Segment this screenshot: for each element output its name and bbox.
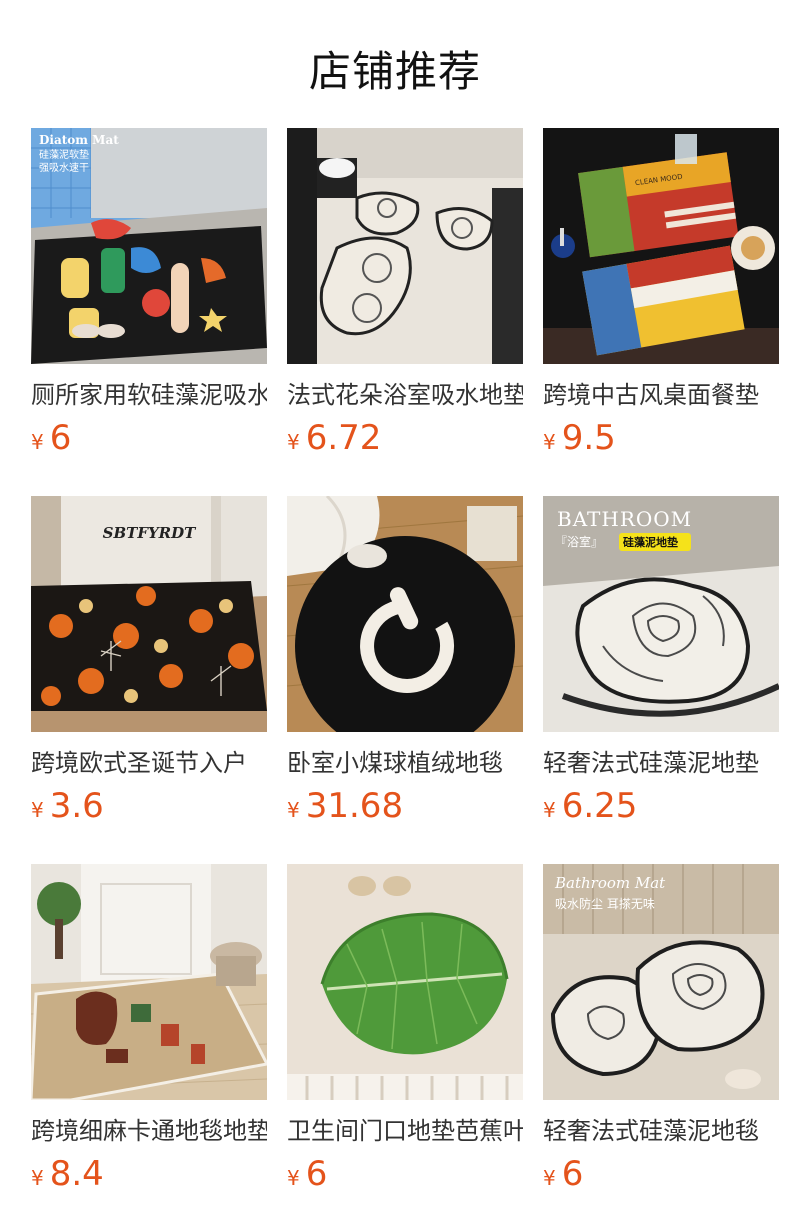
price-value: 9.5	[561, 418, 616, 458]
product-image[interactable]: BATHROOM 『浴室』 硅藻泥地垫	[543, 496, 779, 732]
currency-symbol: ¥	[287, 798, 300, 822]
image-text: Diatom Mat	[39, 133, 119, 147]
price-value: 6.72	[305, 418, 382, 458]
product-image[interactable]	[31, 864, 267, 1100]
product-price: ¥6.25	[543, 788, 779, 824]
product-name[interactable]: 跨境欧式圣诞节入户	[31, 748, 267, 778]
product-card[interactable]: CLEAN MOOD 跨境中古风桌面餐垫 ¥9.5	[543, 128, 779, 456]
image-text: 硅藻泥软垫	[39, 148, 89, 161]
currency-symbol: ¥	[287, 1166, 300, 1190]
product-name[interactable]: 跨境细麻卡通地毯地垫	[31, 1116, 267, 1146]
product-image[interactable]	[287, 864, 523, 1100]
product-image[interactable]: SBTFYRDT	[31, 496, 267, 732]
image-text: 吸水防尘 耳搽无味	[555, 896, 655, 911]
product-card[interactable]: BATHROOM 『浴室』 硅藻泥地垫 轻奢法式硅藻泥地垫 ¥6.25	[543, 496, 779, 824]
currency-symbol: ¥	[31, 798, 44, 822]
product-card[interactable]: Bathroom Mat 吸水防尘 耳搽无味 轻奢法式硅藻泥地毯 ¥6	[543, 864, 779, 1192]
product-name[interactable]: 卫生间门口地垫芭蕉叶	[287, 1116, 523, 1146]
image-text: 『浴室』	[555, 534, 603, 549]
product-price: ¥6.72	[287, 420, 523, 456]
product-image[interactable]: Diatom Mat 硅藻泥软垫 强吸水速干	[31, 128, 267, 364]
image-text: 强吸水速干	[39, 162, 89, 174]
product-name[interactable]: 轻奢法式硅藻泥地毯	[543, 1116, 779, 1146]
product-name[interactable]: 跨境中古风桌面餐垫	[543, 380, 779, 410]
currency-symbol: ¥	[543, 1166, 556, 1190]
currency-symbol: ¥	[287, 430, 300, 454]
product-image[interactable]	[287, 496, 523, 732]
currency-symbol: ¥	[543, 798, 556, 822]
price-value: 6	[305, 1154, 328, 1194]
product-card[interactable]: 跨境细麻卡通地毯地垫 ¥8.4	[31, 864, 267, 1192]
product-name[interactable]: 厕所家用软硅藻泥吸水地垫	[31, 380, 267, 410]
product-price: ¥6	[31, 420, 267, 456]
price-value: 6	[561, 1154, 584, 1194]
image-text: SBTFYRDT	[103, 524, 198, 542]
product-card[interactable]: 卧室小煤球植绒地毯 ¥31.68	[287, 496, 523, 824]
product-image[interactable]: CLEAN MOOD	[543, 128, 779, 364]
product-price: ¥9.5	[543, 420, 779, 456]
image-text: BATHROOM	[557, 507, 692, 531]
currency-symbol: ¥	[543, 430, 556, 454]
price-value: 6	[49, 418, 72, 458]
price-value: 3.6	[49, 786, 104, 826]
price-value: 6.25	[561, 786, 638, 826]
product-image[interactable]: Bathroom Mat 吸水防尘 耳搽无味	[543, 864, 779, 1100]
product-price: ¥6	[287, 1156, 523, 1192]
price-value: 8.4	[49, 1154, 104, 1194]
page-title: 店铺推荐	[308, 47, 481, 96]
product-price: ¥31.68	[287, 788, 523, 824]
product-name[interactable]: 卧室小煤球植绒地毯	[287, 748, 523, 778]
product-image[interactable]	[287, 128, 523, 364]
product-card[interactable]: 卫生间门口地垫芭蕉叶 ¥6	[287, 864, 523, 1192]
product-price: ¥8.4	[31, 1156, 267, 1192]
product-card[interactable]: Diatom Mat 硅藻泥软垫 强吸水速干 厕所家用软硅藻泥吸水地垫 ¥6	[31, 128, 267, 456]
currency-symbol: ¥	[31, 1166, 44, 1190]
product-card[interactable]: SBTFYRDT 跨境欧式圣诞节入户 ¥3.6	[31, 496, 267, 824]
image-text: Bathroom Mat	[554, 874, 666, 892]
product-card[interactable]: 法式花朵浴室吸水地垫 ¥6.72	[287, 128, 523, 456]
currency-symbol: ¥	[31, 430, 44, 454]
image-text: 硅藻泥地垫	[623, 535, 678, 549]
product-price: ¥3.6	[31, 788, 267, 824]
price-value: 31.68	[305, 786, 404, 826]
product-name[interactable]: 法式花朵浴室吸水地垫	[287, 380, 523, 410]
product-name[interactable]: 轻奢法式硅藻泥地垫	[543, 748, 779, 778]
product-price: ¥6	[543, 1156, 779, 1192]
